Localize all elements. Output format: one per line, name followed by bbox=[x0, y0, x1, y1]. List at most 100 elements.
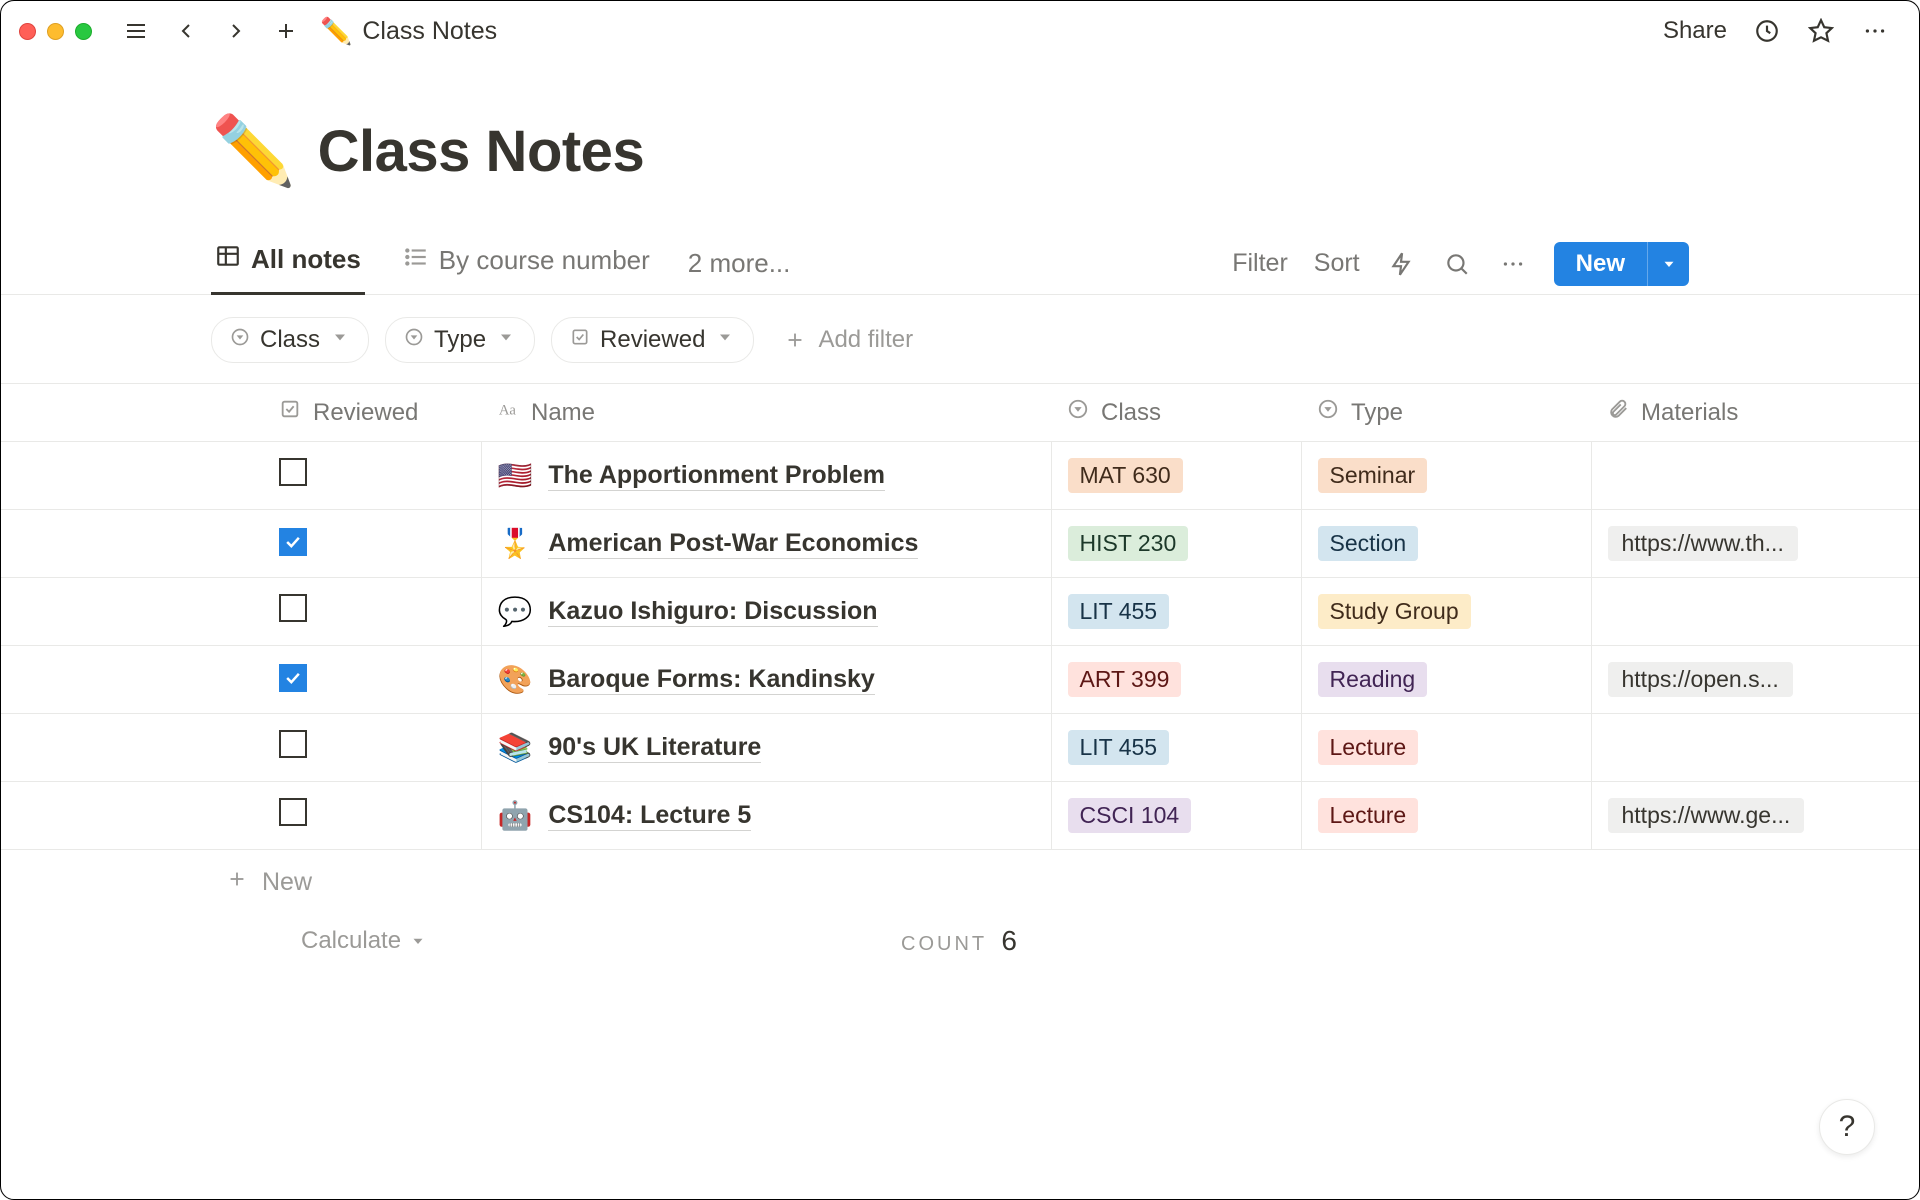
class-tag: LIT 455 bbox=[1068, 730, 1170, 765]
chevron-down-icon bbox=[330, 326, 350, 354]
reviewed-checkbox[interactable] bbox=[279, 798, 307, 826]
table-row[interactable]: 📚90's UK Literature LIT 455 Lecture bbox=[1, 714, 1919, 782]
new-button[interactable]: New bbox=[1554, 242, 1647, 286]
filter-chip-type[interactable]: Type bbox=[385, 317, 535, 363]
cell-name[interactable]: 🇺🇸The Apportionment Problem bbox=[481, 442, 1051, 510]
cell-type[interactable]: Seminar bbox=[1301, 442, 1591, 510]
cell-class[interactable]: ART 399 bbox=[1051, 646, 1301, 714]
cell-class[interactable]: HIST 230 bbox=[1051, 510, 1301, 578]
database-table: Reviewed Aa Name Class bbox=[1, 383, 1919, 850]
reviewed-checkbox[interactable] bbox=[279, 594, 307, 622]
column-header-class[interactable]: Class bbox=[1051, 384, 1301, 442]
minimize-window-button[interactable] bbox=[47, 23, 64, 40]
cell-type[interactable]: Reading bbox=[1301, 646, 1591, 714]
table-row[interactable]: 🎖️American Post-War EconomicsHIST 230 Sec… bbox=[1, 510, 1919, 578]
add-row-button[interactable]: New bbox=[1, 850, 1919, 897]
close-window-button[interactable] bbox=[19, 23, 36, 40]
cell-materials[interactable]: https://www.ge... bbox=[1591, 782, 1919, 850]
cell-materials[interactable] bbox=[1591, 442, 1919, 510]
attachment-icon bbox=[1607, 398, 1629, 427]
filter-chip-label: Reviewed bbox=[600, 326, 705, 354]
cell-type[interactable]: Study Group bbox=[1301, 578, 1591, 646]
multiselect-icon bbox=[230, 326, 250, 354]
share-button[interactable]: Share bbox=[1663, 17, 1727, 45]
automations-icon[interactable] bbox=[1386, 249, 1416, 279]
material-link[interactable]: https://www.th... bbox=[1608, 526, 1798, 561]
column-header-reviewed[interactable]: Reviewed bbox=[1, 384, 481, 442]
cell-class[interactable]: CSCI 104 bbox=[1051, 782, 1301, 850]
filter-button[interactable]: Filter bbox=[1232, 249, 1288, 278]
window-controls bbox=[19, 23, 92, 40]
column-header-name[interactable]: Aa Name bbox=[481, 384, 1051, 442]
chevron-down-icon bbox=[715, 326, 735, 354]
cell-type[interactable]: Lecture bbox=[1301, 714, 1591, 782]
table-row[interactable]: 🎨Baroque Forms: KandinskyART 399Reading h… bbox=[1, 646, 1919, 714]
page-title[interactable]: Class Notes bbox=[318, 118, 645, 185]
calculate-label: Calculate bbox=[301, 927, 401, 955]
table-row[interactable]: 🤖CS104: Lecture 5CSCI 104Lecture https://… bbox=[1, 782, 1919, 850]
cell-type[interactable]: Lecture bbox=[1301, 782, 1591, 850]
svg-text:Aa: Aa bbox=[499, 403, 517, 419]
cell-class[interactable]: MAT 630 bbox=[1051, 442, 1301, 510]
help-button[interactable]: ? bbox=[1819, 1099, 1875, 1155]
reviewed-checkbox[interactable] bbox=[279, 664, 307, 692]
updates-icon[interactable] bbox=[1753, 17, 1781, 45]
calculate-button[interactable]: Calculate bbox=[301, 927, 427, 955]
more-views-button[interactable]: 2 more... bbox=[688, 248, 791, 279]
multiselect-icon bbox=[1317, 398, 1339, 427]
add-filter-button[interactable]: Add filter bbox=[784, 326, 913, 354]
material-link[interactable]: https://www.ge... bbox=[1608, 798, 1805, 833]
search-icon[interactable] bbox=[1442, 249, 1472, 279]
view-tab-by-course-number[interactable]: By course number bbox=[399, 234, 654, 293]
page-icon[interactable]: ✏️ bbox=[211, 111, 296, 191]
row-emoji: 🤖 bbox=[498, 799, 533, 832]
cell-name[interactable]: 🎨Baroque Forms: Kandinsky bbox=[481, 646, 1051, 714]
cell-type[interactable]: Section bbox=[1301, 510, 1591, 578]
cell-class[interactable]: LIT 455 bbox=[1051, 714, 1301, 782]
table-row[interactable]: 🇺🇸The Apportionment ProblemMAT 630Semina… bbox=[1, 442, 1919, 510]
reviewed-checkbox[interactable] bbox=[279, 528, 307, 556]
fullscreen-window-button[interactable] bbox=[75, 23, 92, 40]
cell-name[interactable]: 🤖CS104: Lecture 5 bbox=[481, 782, 1051, 850]
filter-chip-class[interactable]: Class bbox=[211, 317, 369, 363]
window-topbar: ✏️ Class Notes Share bbox=[1, 1, 1919, 61]
filter-chip-reviewed[interactable]: Reviewed bbox=[551, 317, 754, 363]
checkbox-icon bbox=[279, 398, 301, 427]
favorite-icon[interactable] bbox=[1807, 17, 1835, 45]
new-button-dropdown[interactable] bbox=[1647, 242, 1689, 286]
table-footer: Calculate COUNT 6 bbox=[1, 897, 1919, 955]
row-title: The Apportionment Problem bbox=[548, 461, 885, 491]
reviewed-checkbox[interactable] bbox=[279, 730, 307, 758]
view-tab-all-notes[interactable]: All notes bbox=[211, 233, 365, 295]
column-header-label: Type bbox=[1351, 399, 1403, 427]
cell-reviewed bbox=[1, 646, 481, 714]
cell-materials[interactable] bbox=[1591, 578, 1919, 646]
type-tag: Section bbox=[1318, 526, 1419, 561]
column-header-label: Reviewed bbox=[313, 399, 418, 427]
cell-name[interactable]: 📚90's UK Literature bbox=[481, 714, 1051, 782]
nav-back-button[interactable] bbox=[172, 17, 200, 45]
new-page-button[interactable] bbox=[272, 17, 300, 45]
table-row[interactable]: 💬Kazuo Ishiguro: DiscussionLIT 455Study … bbox=[1, 578, 1919, 646]
view-tab-label: All notes bbox=[251, 244, 361, 275]
row-emoji: 📚 bbox=[498, 731, 533, 764]
breadcrumb[interactable]: ✏️ Class Notes bbox=[320, 16, 497, 47]
cell-name[interactable]: 💬Kazuo Ishiguro: Discussion bbox=[481, 578, 1051, 646]
more-menu-icon[interactable] bbox=[1861, 17, 1889, 45]
view-options-icon[interactable] bbox=[1498, 249, 1528, 279]
column-header-type[interactable]: Type bbox=[1301, 384, 1591, 442]
sidebar-toggle-icon[interactable] bbox=[122, 17, 150, 45]
cell-materials[interactable]: https://www.th... bbox=[1591, 510, 1919, 578]
cell-materials[interactable]: https://open.s... bbox=[1591, 646, 1919, 714]
sort-button[interactable]: Sort bbox=[1314, 249, 1360, 278]
reviewed-checkbox[interactable] bbox=[279, 458, 307, 486]
chevron-down-icon bbox=[496, 326, 516, 354]
row-emoji: 🎨 bbox=[498, 663, 533, 696]
nav-forward-button[interactable] bbox=[222, 17, 250, 45]
cell-materials[interactable] bbox=[1591, 714, 1919, 782]
cell-class[interactable]: LIT 455 bbox=[1051, 578, 1301, 646]
cell-name[interactable]: 🎖️American Post-War Economics bbox=[481, 510, 1051, 578]
material-link[interactable]: https://open.s... bbox=[1608, 662, 1793, 697]
cell-reviewed bbox=[1, 714, 481, 782]
column-header-materials[interactable]: Materials bbox=[1591, 384, 1919, 442]
